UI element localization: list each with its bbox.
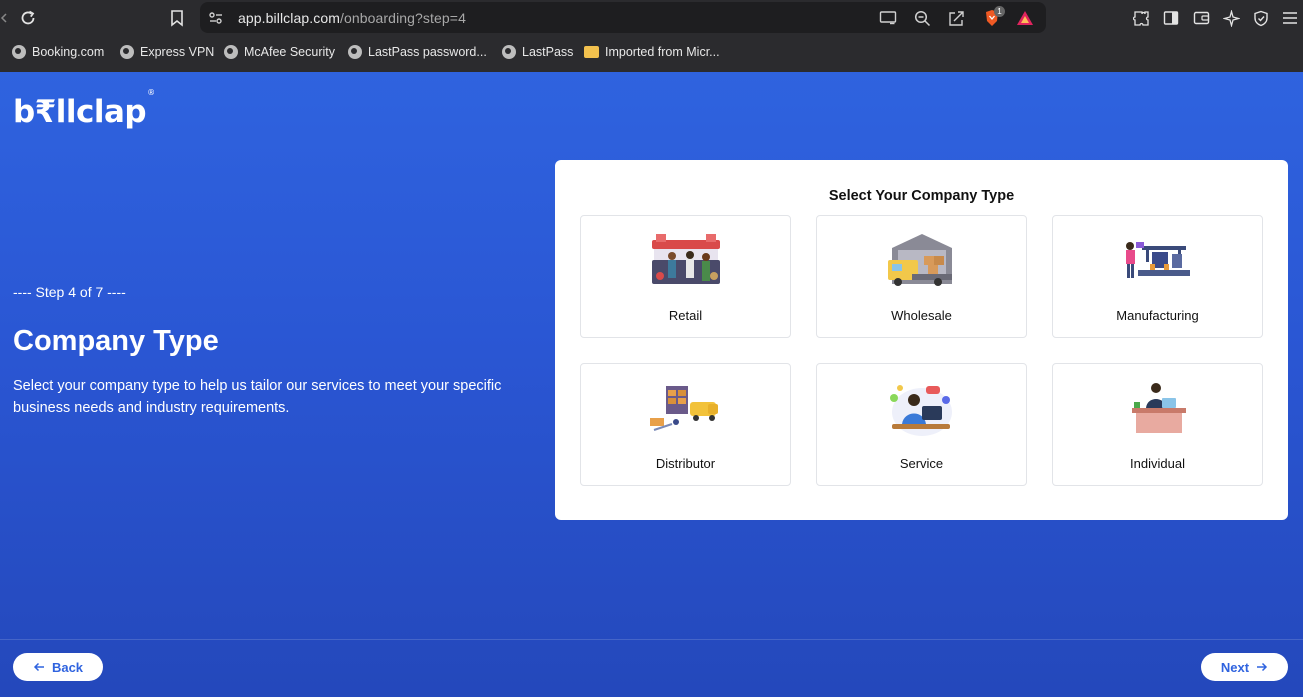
individual-illustration: [1132, 383, 1186, 433]
logo-text: b₹llclap: [13, 94, 147, 130]
menu-icon[interactable]: [1280, 8, 1300, 28]
browser-toolbar: app.billclap.com/onboarding?step=4 1: [0, 0, 1303, 36]
wallet-icon[interactable]: [1191, 8, 1211, 28]
globe-icon: [120, 45, 134, 59]
option-wholesale[interactable]: Wholesale: [816, 215, 1027, 338]
site-settings-icon[interactable]: [206, 8, 226, 28]
next-button-label: Next: [1220, 659, 1250, 675]
bookmark-item[interactable]: Express VPN: [120, 44, 214, 60]
leo-ai-icon[interactable]: [1221, 8, 1241, 28]
step-indicator: ---- Step 4 of 7 ----: [13, 284, 126, 300]
bookmark-label: McAfee Security: [244, 45, 336, 59]
share-icon[interactable]: [946, 8, 966, 28]
vpn-shield-icon[interactable]: [1251, 8, 1271, 28]
globe-icon: [348, 45, 362, 59]
option-individual[interactable]: Individual: [1052, 363, 1263, 486]
bookmark-label: Express VPN: [140, 45, 215, 59]
globe-icon: [12, 45, 26, 59]
bookmark-item[interactable]: McAfee Security: [224, 44, 335, 60]
reload-icon[interactable]: [17, 7, 39, 29]
extensions-icon[interactable]: [1131, 8, 1151, 28]
folder-icon: [584, 46, 599, 58]
back-arrow-icon[interactable]: [0, 7, 8, 29]
onboarding-page: b₹llclap® ---- Step 4 of 7 ---- Company …: [0, 72, 1303, 697]
cast-icon[interactable]: [878, 8, 898, 28]
option-label: Individual: [1130, 456, 1185, 471]
shield-count-badge: 1: [994, 6, 1005, 17]
bookmark-label: Booking.com: [32, 45, 105, 59]
option-retail[interactable]: Retail: [580, 215, 791, 338]
arrow-left-icon: [33, 660, 45, 675]
billclap-logo[interactable]: b₹llclap®: [13, 88, 155, 130]
url-path: /onboarding?step=4: [340, 10, 466, 26]
wholesale-truck-illustration: [888, 234, 952, 286]
brave-shield-icon[interactable]: 1: [982, 6, 1005, 28]
globe-icon: [502, 45, 516, 59]
distributor-illustration: [650, 386, 718, 431]
option-distributor[interactable]: Distributor: [580, 363, 791, 486]
globe-icon: [224, 45, 238, 59]
company-type-card: Select Your Company Type Retail Wholesal…: [555, 160, 1288, 520]
back-button[interactable]: Back: [13, 653, 103, 681]
bookmark-item[interactable]: LastPass password...: [348, 44, 487, 60]
registered-mark: ®: [147, 87, 155, 97]
zoom-out-icon[interactable]: [912, 8, 932, 28]
url-host: app.billclap.com: [238, 10, 340, 26]
sidebar-icon[interactable]: [1161, 8, 1181, 28]
back-button-label: Back: [51, 659, 84, 675]
bookmark-item[interactable]: Booking.com: [12, 44, 104, 60]
option-label: Manufacturing: [1116, 308, 1199, 323]
option-label: Distributor: [655, 456, 716, 471]
footer-divider: [0, 639, 1303, 640]
next-button[interactable]: Next: [1201, 653, 1288, 681]
url-text[interactable]: app.billclap.com/onboarding?step=4: [238, 10, 466, 26]
option-label: Retail: [668, 308, 703, 323]
option-label: Wholesale: [891, 308, 952, 323]
address-bar[interactable]: app.billclap.com/onboarding?step=4 1: [200, 2, 1046, 33]
option-label: Service: [899, 456, 944, 471]
bookmark-label: LastPass: [522, 45, 574, 59]
bookmark-icon[interactable]: [166, 7, 188, 29]
bookmark-item[interactable]: LastPass: [502, 44, 573, 60]
brave-rewards-icon[interactable]: [1015, 8, 1035, 28]
bookmark-label: Imported from Micr...: [605, 45, 720, 59]
bookmark-folder[interactable]: Imported from Micr...: [584, 44, 720, 60]
page-title: Company Type: [13, 325, 219, 357]
retail-store-illustration: [652, 234, 720, 284]
card-title: Select Your Company Type: [828, 188, 1015, 204]
bookmark-label: LastPass password...: [368, 45, 487, 59]
arrow-right-icon: [1256, 660, 1268, 675]
option-service[interactable]: Service: [816, 363, 1027, 486]
service-illustration: [890, 385, 952, 436]
manufacturing-illustration: [1126, 242, 1190, 278]
option-manufacturing[interactable]: Manufacturing: [1052, 215, 1263, 338]
page-description: Select your company type to help us tail…: [13, 378, 502, 416]
